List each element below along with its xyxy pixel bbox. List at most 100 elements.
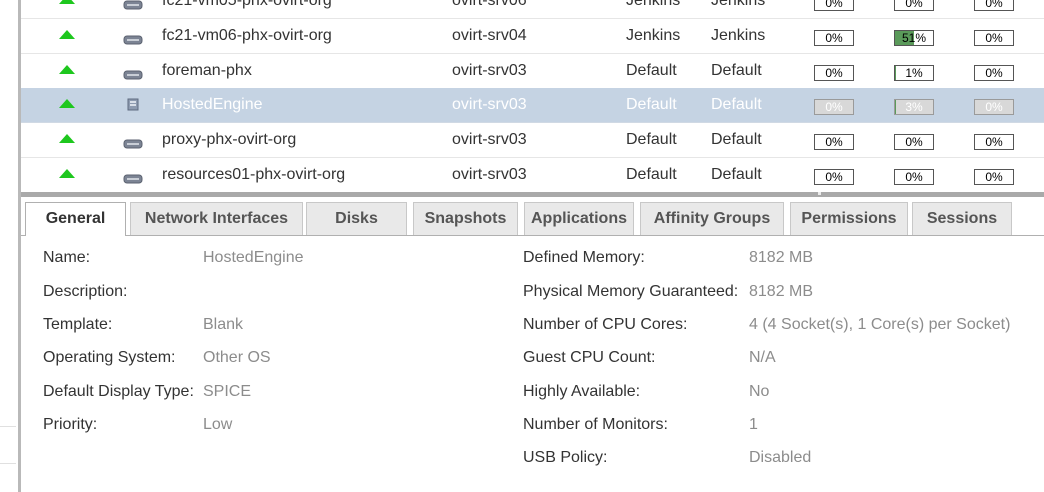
- memory-usage-bar: 0%: [814, 169, 854, 185]
- network-usage-bar-value: 0%: [985, 31, 1003, 45]
- status-up-arrow-icon: [59, 0, 75, 4]
- cpu-usage-bar-value: 0%: [905, 0, 923, 10]
- tab-permissions[interactable]: Permissions: [790, 202, 908, 235]
- memory-usage-bar: 0%: [814, 65, 854, 81]
- status-up-arrow-icon: [59, 169, 75, 178]
- vm-row[interactable]: foreman-phx ovirt-srv03 Default Default 0% 1%…: [21, 54, 1044, 89]
- name-label: Name:: [43, 249, 91, 266]
- template-label: Template:: [43, 316, 113, 333]
- vm-row[interactable]: fc21-vm06-phx-ovirt-org ovirt-srv04 Jenkin…: [21, 19, 1044, 54]
- memory-usage-bar: 0%: [814, 134, 854, 150]
- vm-host: ovirt-srv04: [452, 27, 527, 44]
- vm-cluster: Default: [626, 166, 677, 183]
- memory-usage-bar-value: 0%: [825, 100, 843, 114]
- vm-datacenter: Default: [711, 166, 762, 183]
- vm-name: HostedEngine: [162, 96, 263, 113]
- vm-host: ovirt-srv06: [452, 0, 527, 9]
- tab-disks[interactable]: Disks: [306, 202, 407, 235]
- memory-usage-bar-value: 0%: [825, 135, 843, 149]
- priority-value: Low: [203, 416, 233, 433]
- vm-cluster: Default: [626, 96, 677, 113]
- priority-label: Priority:: [43, 416, 98, 433]
- vm-row[interactable]: HostedEngine ovirt-srv03 Default Default 0% 3…: [21, 88, 1044, 123]
- vm-server-icon: [123, 171, 143, 184]
- status-up-arrow-icon: [59, 134, 75, 143]
- tab-snapshots[interactable]: Snapshots: [413, 202, 518, 235]
- left-panel-divider: [0, 463, 16, 464]
- cpu-usage-bar: 0%: [894, 134, 934, 150]
- tab-network-interfaces[interactable]: Network Interfaces: [130, 202, 303, 235]
- tab-general[interactable]: General: [25, 202, 126, 236]
- splitter-grip[interactable]: [818, 192, 821, 195]
- highly-available-label: Highly Available:: [523, 383, 641, 400]
- vm-server-icon: [123, 32, 143, 45]
- vm-host: ovirt-srv03: [452, 62, 527, 79]
- vm-datacenter: Default: [711, 96, 762, 113]
- template-value: Blank: [203, 316, 244, 333]
- vm-server-icon: [123, 136, 143, 149]
- tab-applications[interactable]: Applications: [524, 202, 634, 235]
- memory-usage-bar-value: 0%: [825, 170, 843, 184]
- vm-row[interactable]: proxy-phx-ovirt-org ovirt-srv03 Default Def…: [21, 123, 1044, 158]
- guest-cpu-count-label: Guest CPU Count:: [523, 349, 656, 366]
- vm-name: fc21-vm06-phx-ovirt-org: [162, 27, 332, 44]
- cpu-usage-bar-value: 51%: [901, 31, 927, 45]
- hosted-engine-vm-icon: [123, 98, 143, 112]
- network-usage-bar-value: 0%: [985, 0, 1003, 10]
- cpu-usage-bar: 0%: [894, 169, 934, 185]
- cpu-usage-bar: 3%: [894, 99, 934, 115]
- vm-name: foreman-phx: [162, 62, 252, 79]
- vm-datacenter: Default: [711, 131, 762, 148]
- memory-usage-bar: 0%: [814, 0, 854, 11]
- defined-memory-value: 8182 MB: [749, 249, 814, 266]
- physical-memory-guaranteed-value: 8182 MB: [749, 283, 814, 300]
- highly-available-value: No: [749, 383, 770, 400]
- status-up-arrow-icon: [59, 65, 75, 74]
- vm-cluster: Jenkins: [626, 27, 681, 44]
- network-usage-bar: 0%: [974, 30, 1014, 46]
- vm-cluster: Default: [626, 62, 677, 79]
- subtab-bar: General Network Interfaces Disks Snapshots A…: [21, 197, 1044, 236]
- general-details-panel: Name: HostedEngine Description: Template: Bl…: [21, 236, 1044, 492]
- left-panel-divider: [0, 426, 16, 427]
- vm-name: proxy-phx-ovirt-org: [162, 131, 297, 148]
- vm-cluster: Jenkins: [626, 0, 681, 9]
- network-usage-bar-value: 0%: [985, 100, 1003, 114]
- cpu-usage-bar-fill: [895, 100, 897, 114]
- name-value: HostedEngine: [203, 249, 304, 266]
- network-usage-bar: 0%: [974, 99, 1014, 115]
- memory-usage-bar-value: 0%: [825, 31, 843, 45]
- cpu-usage-bar: 0%: [894, 0, 934, 11]
- tab-affinity-groups[interactable]: Affinity Groups: [640, 202, 784, 235]
- vm-row[interactable]: resources01-phx-ovirt-org ovirt-srv03 Defa…: [21, 158, 1044, 192]
- status-up-arrow-icon: [59, 99, 75, 108]
- network-usage-bar: 0%: [974, 134, 1014, 150]
- memory-usage-bar-value: 0%: [825, 66, 843, 80]
- memory-usage-bar-value: 0%: [825, 0, 843, 10]
- tab-sessions[interactable]: Sessions: [912, 202, 1012, 235]
- cpu-usage-bar-value: 0%: [905, 170, 923, 184]
- default-display-type-value: SPICE: [203, 383, 252, 400]
- default-display-type-label: Default Display Type:: [43, 383, 194, 400]
- cpu-usage-bar: 1%: [894, 65, 934, 81]
- vm-server-icon: [123, 67, 143, 80]
- guest-cpu-count-value: N/A: [749, 349, 776, 366]
- network-usage-bar-value: 0%: [985, 135, 1003, 149]
- operating-system-value: Other OS: [203, 349, 271, 366]
- number-of-cpu-cores-value: 4 (4 Socket(s), 1 Core(s) per Socket): [749, 316, 1011, 333]
- memory-usage-bar: 0%: [814, 30, 854, 46]
- cpu-usage-bar-value: 3%: [905, 100, 923, 114]
- vm-datacenter: Default: [711, 62, 762, 79]
- network-usage-bar-value: 0%: [985, 66, 1003, 80]
- usb-policy-label: USB Policy:: [523, 449, 608, 466]
- operating-system-label: Operating System:: [43, 349, 176, 366]
- vm-cluster: Default: [626, 131, 677, 148]
- network-usage-bar: 0%: [974, 0, 1014, 11]
- status-up-arrow-icon: [59, 30, 75, 39]
- cpu-usage-bar: 51%: [894, 30, 934, 46]
- usb-policy-value: Disabled: [749, 449, 812, 466]
- description-label: Description:: [43, 283, 128, 300]
- vm-row[interactable]: fc21-vm05-phx-ovirt-org ovirt-srv06 Jenkin…: [21, 0, 1044, 19]
- vm-datacenter: Jenkins: [711, 0, 766, 9]
- network-usage-bar: 0%: [974, 65, 1014, 81]
